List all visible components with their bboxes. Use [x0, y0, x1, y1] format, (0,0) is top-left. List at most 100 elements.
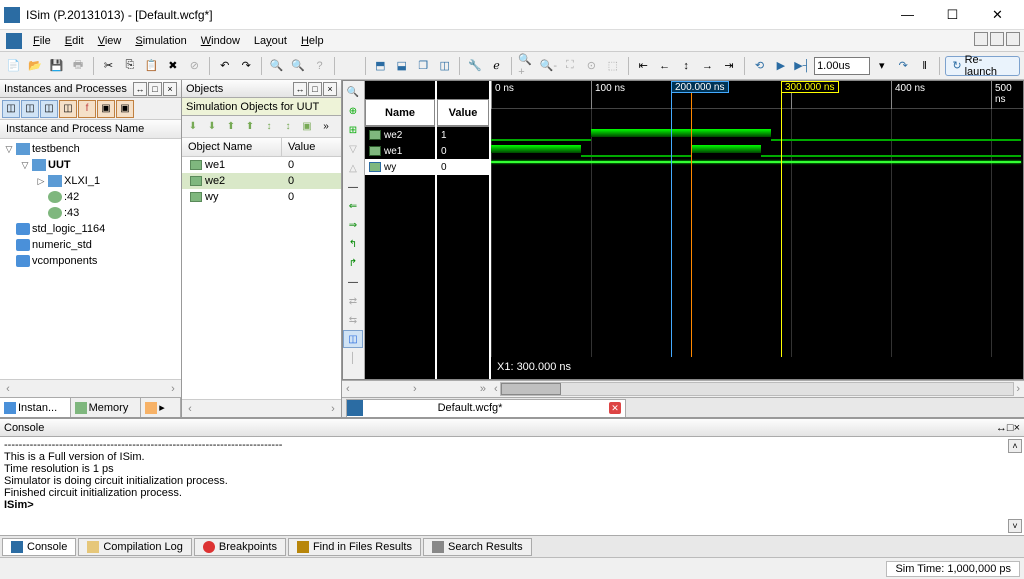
wave-cursor-icon[interactable]: │: [343, 349, 363, 367]
maximize-button[interactable]: ☐: [930, 1, 975, 29]
step-button[interactable]: ↷: [894, 56, 913, 76]
scroll-left-icon[interactable]: ‹: [346, 383, 350, 395]
panel-close-icon[interactable]: ×: [323, 82, 337, 96]
find-files-button[interactable]: 🔍: [288, 56, 307, 76]
panel-float-icon[interactable]: □: [148, 82, 162, 96]
wave-measure2-icon[interactable]: ⇆: [343, 311, 363, 329]
wave-snap-icon[interactable]: ◫: [343, 330, 363, 348]
panel-float-icon[interactable]: □: [308, 82, 322, 96]
panel-nav-icon[interactable]: ↔: [293, 82, 307, 96]
console-float-icon[interactable]: □: [1007, 422, 1014, 434]
go-cursor-button[interactable]: ↕: [676, 56, 695, 76]
mdi-minimize-icon[interactable]: [974, 32, 988, 46]
tree-item[interactable]: std_logic_1164: [0, 221, 181, 237]
cursor-marker-blue[interactable]: 200.000 ns: [671, 81, 729, 93]
tab-find-in-files[interactable]: Find in Files Results: [288, 538, 421, 556]
menu-layout[interactable]: Layout: [247, 33, 294, 49]
relaunch-button[interactable]: ↻ Re-launch: [945, 56, 1019, 76]
cursor-line-yellow[interactable]: [781, 81, 782, 357]
obj-filter-5-icon[interactable]: ↕: [260, 118, 278, 136]
col-value[interactable]: Value: [282, 138, 321, 156]
menu-help[interactable]: Help: [294, 33, 331, 49]
console-scroll-down-icon[interactable]: ˅: [1008, 519, 1022, 533]
tree-item[interactable]: :42: [0, 189, 181, 205]
menu-window[interactable]: Window: [194, 33, 247, 49]
tab-compilation-log[interactable]: Compilation Log: [78, 538, 192, 556]
wave-name-header[interactable]: Name: [365, 99, 435, 127]
save-button[interactable]: 💾: [47, 56, 66, 76]
window-cascade-icon[interactable]: ❐: [413, 56, 432, 76]
wave-expand-icon[interactable]: ▽: [343, 140, 363, 158]
scroll-end-icon[interactable]: »: [480, 383, 486, 395]
go-back-button[interactable]: ←: [655, 56, 674, 76]
obj-filter-3-icon[interactable]: ⬆: [222, 118, 240, 136]
instances-hscroll[interactable]: ‹›: [0, 379, 181, 397]
tab-breakpoints[interactable]: Breakpoints: [194, 538, 286, 556]
zoom-area-button[interactable]: ⬚: [603, 56, 622, 76]
obj-filter-1-icon[interactable]: ⬇: [184, 118, 202, 136]
console-nav-icon[interactable]: ↔: [996, 422, 1007, 434]
object-row[interactable]: we20: [182, 173, 341, 189]
filter-4-icon[interactable]: ◫: [59, 100, 77, 118]
obj-filter-6-icon[interactable]: ↕: [279, 118, 297, 136]
zoom-cursor-button[interactable]: ⊙: [582, 56, 601, 76]
tab-close-icon[interactable]: ✕: [609, 402, 621, 414]
plot-scrollbar[interactable]: [500, 382, 1015, 396]
new-button[interactable]: 📄: [4, 56, 23, 76]
restart-button[interactable]: ⟲: [750, 56, 769, 76]
tree-item[interactable]: ▷XLXI_1: [0, 173, 181, 189]
plot-scroll-right-icon[interactable]: ›: [1016, 383, 1020, 395]
menu-edit[interactable]: Edit: [58, 33, 91, 49]
col-object-name[interactable]: Object Name: [182, 138, 282, 156]
tab-memory[interactable]: Memory: [71, 398, 142, 417]
zoom-out-button[interactable]: 🔍-: [539, 56, 558, 76]
console-scroll-up-icon[interactable]: ˄: [1008, 439, 1022, 453]
console-body[interactable]: ˄ ˅ ------------------------------------…: [0, 437, 1024, 535]
go-fwd-button[interactable]: →: [698, 56, 717, 76]
filter-6-icon[interactable]: ▣: [97, 100, 115, 118]
go-end-button[interactable]: ⇥: [719, 56, 738, 76]
wave-signal-value[interactable]: 1: [437, 127, 489, 143]
mdi-restore-icon[interactable]: [990, 32, 1004, 46]
open-button[interactable]: 📂: [25, 56, 44, 76]
wave-signal-name[interactable]: we2: [365, 127, 435, 143]
wave-prev-trans-icon[interactable]: ↰: [343, 235, 363, 253]
scroll-right-icon[interactable]: ›: [413, 383, 417, 395]
obj-more-icon[interactable]: »: [317, 118, 335, 136]
window-tile-h-icon[interactable]: ⬒: [371, 56, 390, 76]
wave-goto-next-icon[interactable]: ⇒: [343, 216, 363, 234]
obj-filter-4-icon[interactable]: ⬆: [241, 118, 259, 136]
filter-1-icon[interactable]: ◫: [2, 100, 20, 118]
object-row[interactable]: wy0: [182, 189, 341, 205]
tree-item[interactable]: :43: [0, 205, 181, 221]
mdi-close-icon[interactable]: [1006, 32, 1020, 46]
tab-source[interactable]: ▸: [141, 398, 181, 417]
tree-item[interactable]: vcomponents: [0, 253, 181, 269]
tab-console[interactable]: Console: [2, 538, 76, 556]
tree-item[interactable]: ▽testbench: [0, 141, 181, 157]
tree-item[interactable]: numeric_std: [0, 237, 181, 253]
wave-value-header[interactable]: Value: [437, 99, 489, 127]
wave-tab-default[interactable]: Default.wcfg* ✕: [346, 399, 626, 417]
cut-button[interactable]: ✂: [99, 56, 118, 76]
objects-hscroll[interactable]: ‹›: [182, 399, 341, 417]
run-time-input[interactable]: [814, 57, 870, 75]
plot-scroll-left-icon[interactable]: ‹: [494, 383, 498, 395]
menu-simulation[interactable]: Simulation: [128, 33, 193, 49]
zoom-fit-button[interactable]: ⛶: [560, 56, 579, 76]
wave-addsig-icon[interactable]: ⊞: [343, 121, 363, 139]
settings-button[interactable]: 🔧: [465, 56, 484, 76]
print-button[interactable]: 🖶: [68, 56, 87, 76]
wave-signal-value[interactable]: 0: [437, 159, 489, 175]
tree-item[interactable]: ▽UUT: [0, 157, 181, 173]
go-start-button[interactable]: ⇤: [633, 56, 652, 76]
tab-instances[interactable]: Instan...: [0, 398, 71, 417]
whats-this-button[interactable]: ℯ: [487, 56, 506, 76]
window-float-icon[interactable]: ◫: [435, 56, 454, 76]
help-button[interactable]: ?: [310, 56, 329, 76]
cancel-button[interactable]: ⊘: [185, 56, 204, 76]
obj-filter-2-icon[interactable]: ⬇: [203, 118, 221, 136]
paste-button[interactable]: 📋: [142, 56, 161, 76]
wave-signal-name[interactable]: wy: [365, 159, 435, 175]
wave-search-icon[interactable]: 🔍: [343, 83, 363, 101]
